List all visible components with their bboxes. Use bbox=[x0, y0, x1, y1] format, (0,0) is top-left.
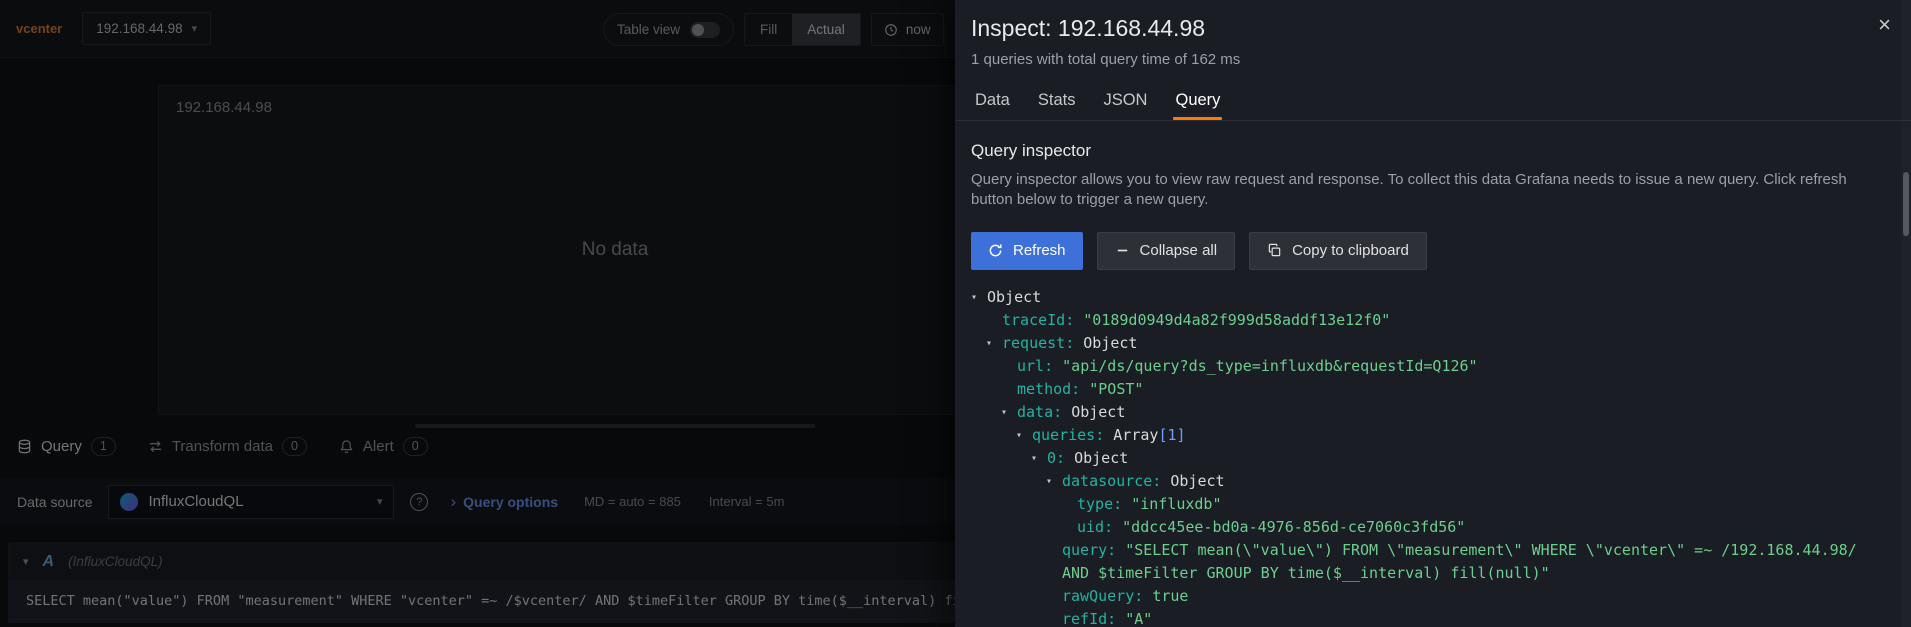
json-value: Object bbox=[1071, 402, 1126, 421]
json-tree-row: rawQuery: true bbox=[971, 585, 1871, 608]
json-row-content: url: "api/ds/query?ds_type=influxdb&requ… bbox=[1017, 355, 1478, 378]
collapse-all-label: Collapse all bbox=[1139, 242, 1218, 260]
json-key: refId: bbox=[1062, 609, 1126, 627]
inspect-drawer: × Inspect: 192.168.44.98 1 queries with … bbox=[955, 0, 1911, 627]
json-value: Object bbox=[987, 287, 1042, 306]
json-row-content: data: Object bbox=[1017, 401, 1125, 424]
scrollbar-thumb[interactable] bbox=[1903, 172, 1909, 236]
json-key: method: bbox=[1017, 379, 1090, 398]
copy-to-clipboard-label: Copy to clipboard bbox=[1292, 242, 1409, 260]
json-key: datasource: bbox=[1062, 471, 1171, 490]
json-tree-row[interactable]: ▾ Object bbox=[971, 286, 1871, 309]
minus-icon bbox=[1115, 243, 1130, 258]
json-tree-row[interactable]: ▾ request: Object bbox=[971, 332, 1871, 355]
tab-json[interactable]: JSON bbox=[1091, 82, 1159, 120]
tab-stats[interactable]: Stats bbox=[1026, 82, 1088, 120]
json-tree-row: query: "SELECT mean(\"value\") FROM \"me… bbox=[971, 539, 1871, 585]
json-tree-row: uid: "ddcc45ee-bd0a-4976-856d-ce7060c3fd… bbox=[971, 516, 1871, 539]
json-key: 0: bbox=[1047, 448, 1075, 467]
json-key: queries: bbox=[1032, 425, 1114, 444]
json-value: Object bbox=[1074, 448, 1129, 467]
json-value: Array bbox=[1113, 425, 1159, 444]
inspector-tabs: Data Stats JSON Query bbox=[955, 82, 1911, 121]
collapse-arrow-icon[interactable]: ▾ bbox=[986, 332, 1002, 355]
refresh-icon bbox=[988, 243, 1003, 258]
json-row-content: type: "influxdb" bbox=[1077, 493, 1222, 516]
collapse-arrow-icon[interactable]: ▾ bbox=[1031, 447, 1047, 470]
json-tree-row: type: "influxdb" bbox=[971, 493, 1871, 516]
json-array-length: [1] bbox=[1158, 425, 1186, 444]
json-key: request: bbox=[1002, 333, 1084, 352]
json-value: Object bbox=[1083, 333, 1138, 352]
json-key: data: bbox=[1017, 402, 1072, 421]
json-value: "influxdb" bbox=[1131, 494, 1222, 513]
inspector-actions: Refresh Collapse all Copy to clipboard bbox=[971, 231, 1895, 270]
json-value: Object bbox=[1170, 471, 1225, 490]
drawer-subtitle: 1 queries with total query time of 162 m… bbox=[971, 51, 1241, 68]
drawer-title: Inspect: 192.168.44.98 bbox=[971, 15, 1206, 41]
copy-icon bbox=[1267, 243, 1282, 258]
json-value: "api/ds/query?ds_type=influxdb&requestId… bbox=[1062, 356, 1478, 375]
json-row-content: method: "POST" bbox=[1017, 378, 1143, 401]
tab-query-inspector[interactable]: Query bbox=[1163, 82, 1232, 120]
refresh-button[interactable]: Refresh bbox=[971, 231, 1083, 270]
json-value: true bbox=[1152, 586, 1189, 605]
copy-to-clipboard-button[interactable]: Copy to clipboard bbox=[1249, 231, 1427, 270]
json-row-content: uid: "ddcc45ee-bd0a-4976-856d-ce7060c3fd… bbox=[1077, 516, 1465, 539]
json-row-content: query: "SELECT mean(\"value\") FROM \"me… bbox=[1062, 539, 1871, 585]
json-row-content: request: Object bbox=[1002, 332, 1137, 355]
json-row-content: rawQuery: true bbox=[1062, 585, 1188, 608]
json-response-tree: ▾ Object traceId: "0189d0949d4a82f999d58ad… bbox=[971, 286, 1895, 627]
collapse-arrow-icon[interactable]: ▾ bbox=[1001, 401, 1017, 424]
collapse-arrow-icon[interactable]: ▾ bbox=[971, 286, 987, 309]
tab-data[interactable]: Data bbox=[963, 82, 1022, 120]
json-row-content: Object bbox=[987, 286, 1041, 309]
refresh-label: Refresh bbox=[1013, 242, 1066, 260]
json-value: "ddcc45ee-bd0a-4976-856d-ce7060c3fd56" bbox=[1122, 517, 1466, 536]
json-row-content: traceId: "0189d0949d4a82f999d58addf13e12… bbox=[1002, 309, 1390, 332]
section-title: Query inspector bbox=[971, 141, 1091, 160]
json-key: type: bbox=[1077, 494, 1132, 513]
json-tree-row: refId: "A" bbox=[971, 608, 1871, 627]
drawer-header: Inspect: 192.168.44.98 1 queries with to… bbox=[955, 0, 1911, 68]
json-key: rawQuery: bbox=[1062, 586, 1153, 605]
json-key: url: bbox=[1017, 356, 1063, 375]
json-tree-row[interactable]: ▾ 0: Object bbox=[971, 447, 1871, 470]
json-key: traceId: bbox=[1002, 310, 1084, 329]
json-tree-row: method: "POST" bbox=[971, 378, 1871, 401]
json-value: "POST" bbox=[1089, 379, 1144, 398]
grafana-panel-edit: vcenter 192.168.44.98 ▾ Table view Fill … bbox=[0, 0, 1911, 627]
json-tree-row[interactable]: ▾ queries: Array[1] bbox=[971, 424, 1871, 447]
json-row-content: refId: "A" bbox=[1062, 608, 1152, 627]
json-tree-row: traceId: "0189d0949d4a82f999d58addf13e12… bbox=[971, 309, 1871, 332]
json-value: "0189d0949d4a82f999d58addf13e12f0" bbox=[1083, 310, 1391, 329]
json-value: "SELECT mean(\"value\") FROM \"measureme… bbox=[1062, 540, 1866, 582]
collapse-arrow-icon[interactable]: ▾ bbox=[1046, 470, 1062, 493]
drawer-scrollbar[interactable] bbox=[1901, 0, 1911, 627]
close-icon[interactable]: × bbox=[1878, 14, 1891, 36]
json-tree-row[interactable]: ▾ data: Object bbox=[971, 401, 1871, 424]
json-tree-row: url: "api/ds/query?ds_type=influxdb&requ… bbox=[971, 355, 1871, 378]
json-row-content: datasource: Object bbox=[1062, 470, 1225, 493]
json-value: "A" bbox=[1125, 609, 1153, 627]
json-row-content: queries: Array[1] bbox=[1032, 424, 1186, 447]
section-description: Query inspector allows you to view raw r… bbox=[971, 171, 1847, 208]
json-key: query: bbox=[1062, 540, 1126, 559]
collapse-all-button[interactable]: Collapse all bbox=[1096, 231, 1236, 270]
collapse-arrow-icon[interactable]: ▾ bbox=[1016, 424, 1032, 447]
json-key: uid: bbox=[1077, 517, 1123, 536]
inspector-body: Query inspector Query inspector allows y… bbox=[955, 121, 1911, 627]
json-row-content: 0: Object bbox=[1047, 447, 1128, 470]
json-tree-row[interactable]: ▾ datasource: Object bbox=[971, 470, 1871, 493]
